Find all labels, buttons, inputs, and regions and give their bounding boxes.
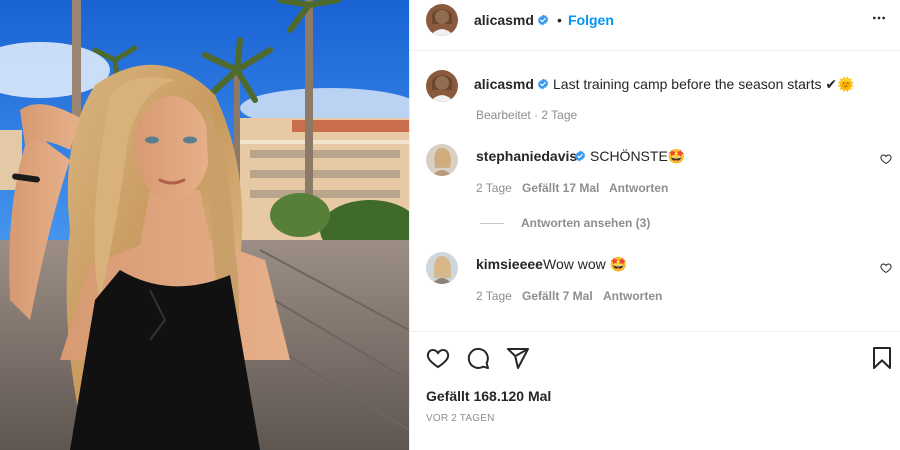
comment-reply-button[interactable]: Antworten — [603, 289, 662, 303]
verified-badge-icon — [537, 78, 549, 90]
bookmark-icon[interactable] — [870, 346, 894, 370]
post-photo-image — [0, 0, 409, 450]
post-photo[interactable] — [0, 0, 409, 450]
post-modal: alicasmd • Folgen alicasmd Last training… — [0, 0, 900, 450]
comment-like-heart-icon[interactable] — [880, 262, 892, 274]
view-replies-button[interactable]: Antworten ansehen (3) — [521, 216, 650, 230]
comment-username[interactable]: stephaniedavis — [476, 148, 577, 164]
caption-edited: Bearbeitet · 2 Tage — [476, 108, 577, 122]
comment-avatar[interactable] — [426, 144, 458, 176]
comment-time[interactable]: 2 Tage — [476, 289, 512, 303]
verified-badge-icon — [537, 14, 549, 26]
more-options-icon[interactable] — [871, 10, 887, 26]
caption-username[interactable]: alicasmd — [474, 76, 534, 92]
author-username[interactable]: alicasmd — [474, 12, 534, 28]
verified-badge-icon — [574, 150, 586, 162]
post-actions: Gefällt 168.120 Mal VOR 2 TAGEN — [410, 331, 900, 450]
caption-dot: · — [534, 108, 539, 122]
share-icon[interactable] — [506, 346, 530, 370]
comment-username[interactable]: kimsieeee — [476, 256, 543, 272]
comment-time[interactable]: 2 Tage — [476, 181, 512, 195]
post-date[interactable]: VOR 2 TAGEN — [426, 413, 495, 424]
post-likes-count[interactable]: Gefällt 168.120 Mal — [426, 388, 551, 404]
comment-reply-button[interactable]: Antworten — [609, 181, 668, 195]
caption-time[interactable]: 2 Tage — [541, 108, 577, 122]
caption-edited-label: Bearbeitet — [476, 108, 531, 122]
caption-text: Last training camp before the season sta… — [553, 76, 855, 92]
comment-likes[interactable]: Gefällt 7 Mal — [522, 289, 593, 303]
comment-likes[interactable]: Gefällt 17 Mal — [522, 181, 599, 195]
follow-button[interactable]: Folgen — [568, 12, 614, 28]
header-separator: • — [557, 12, 562, 28]
author-avatar[interactable] — [426, 4, 458, 36]
comment-like-heart-icon[interactable] — [880, 153, 892, 165]
heart-icon[interactable] — [426, 346, 450, 370]
replies-divider — [480, 223, 504, 224]
caption-avatar[interactable] — [426, 70, 458, 102]
comment-text: SCHÖNSTE🤩 — [590, 148, 686, 164]
comment-icon[interactable] — [466, 346, 490, 370]
side-panel: alicasmd • Folgen alicasmd Last training… — [409, 0, 900, 450]
post-header: alicasmd • Folgen — [410, 0, 900, 51]
comment-text: Wow wow 🤩 — [543, 256, 628, 272]
comment-avatar[interactable] — [426, 252, 458, 284]
